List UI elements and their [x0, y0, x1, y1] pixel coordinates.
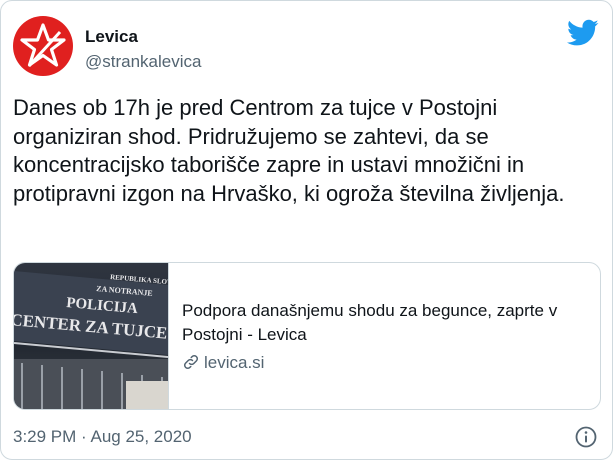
link-preview-card[interactable]: REPUBLIKA SLOVENIJA ZA NOTRANJE POLICIJA… — [13, 262, 601, 410]
display-name[interactable]: Levica — [85, 26, 138, 48]
link-domain[interactable]: levica.si — [182, 352, 264, 374]
red-star-icon — [20, 23, 66, 68]
link-icon — [183, 354, 199, 370]
tweet-text: Danes ob 17h je pred Centrom za tujce v … — [13, 95, 565, 206]
info-icon[interactable] — [574, 425, 598, 449]
link-preview-image: REPUBLIKA SLOVENIJA ZA NOTRANJE POLICIJA… — [14, 263, 169, 409]
link-domain-text: levica.si — [204, 353, 265, 372]
avatar[interactable] — [13, 16, 73, 76]
twitter-bird-icon[interactable] — [567, 19, 599, 47]
tweet-card: Levica @strankalevica Danes ob 17h je pr… — [0, 0, 613, 460]
user-handle[interactable]: @strankalevica — [85, 51, 201, 73]
tweet-timestamp[interactable]: 3:29 PM · Aug 25, 2020 — [13, 426, 192, 448]
link-title[interactable]: Podpora današnjemu shodu za begunce, zap… — [182, 299, 592, 347]
